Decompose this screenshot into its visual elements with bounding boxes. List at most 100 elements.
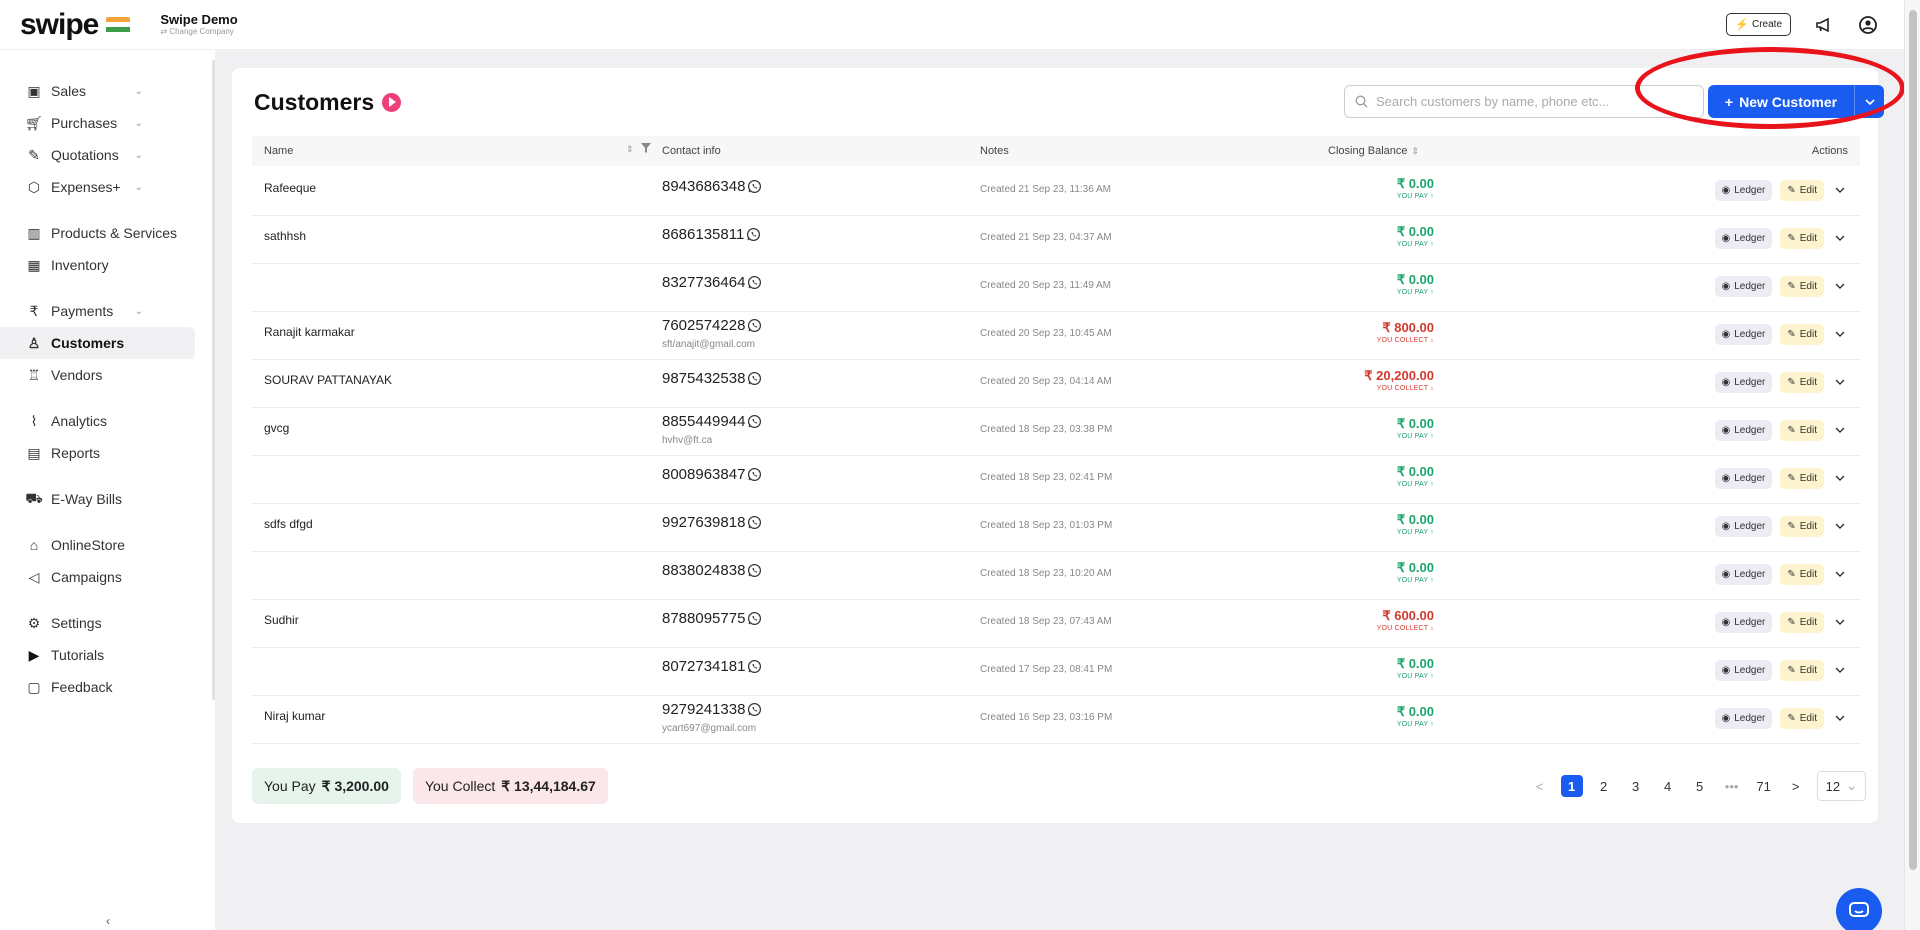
table-row[interactable]: sdfs dfgd 9927639818 Created 18 Sep 23, … bbox=[252, 504, 1860, 552]
customer-name[interactable]: sdfs dfgd bbox=[264, 517, 313, 531]
new-customer-button[interactable]: + New Customer bbox=[1708, 85, 1854, 118]
account-icon[interactable] bbox=[1857, 14, 1879, 36]
row-more-chevron-icon[interactable] bbox=[1832, 329, 1848, 340]
sidebar-item-quotations[interactable]: ✎ Quotations ⌄ bbox=[0, 139, 215, 171]
sidebar-item-e-way-bills[interactable]: ⛟ E-Way Bills bbox=[0, 483, 215, 515]
page-button[interactable]: 3 bbox=[1625, 775, 1647, 797]
ledger-button[interactable]: ◉ Ledger bbox=[1714, 708, 1773, 729]
sidebar-item-campaigns[interactable]: ◁ Campaigns bbox=[0, 561, 215, 593]
whatsapp-icon[interactable] bbox=[747, 179, 762, 194]
row-more-chevron-icon[interactable] bbox=[1832, 281, 1848, 292]
ledger-button[interactable]: ◉ Ledger bbox=[1714, 324, 1773, 345]
search-box[interactable] bbox=[1344, 85, 1704, 118]
edit-button[interactable]: ✎ Edit bbox=[1780, 468, 1824, 489]
table-row[interactable]: sathhsh 8686135811 Created 21 Sep 23, 04… bbox=[252, 216, 1860, 264]
customer-name[interactable]: Niraj kumar bbox=[264, 709, 325, 723]
table-row[interactable]: Sudhir 8788095775 Created 18 Sep 23, 07:… bbox=[252, 600, 1860, 648]
chat-support-icon[interactable] bbox=[1836, 888, 1882, 930]
sort-name-icon[interactable]: ⇕ bbox=[622, 143, 634, 155]
ledger-button[interactable]: ◉ Ledger bbox=[1714, 564, 1773, 585]
customer-name[interactable]: Rafeeque bbox=[264, 181, 316, 195]
edit-button[interactable]: ✎ Edit bbox=[1780, 324, 1824, 345]
ledger-button[interactable]: ◉ Ledger bbox=[1714, 420, 1773, 441]
page-button[interactable]: 71 bbox=[1753, 775, 1775, 797]
edit-button[interactable]: ✎ Edit bbox=[1780, 228, 1824, 249]
whatsapp-icon[interactable] bbox=[746, 227, 761, 242]
edit-button[interactable]: ✎ Edit bbox=[1780, 564, 1824, 585]
sidebar-item-purchases[interactable]: 🛒︎ Purchases ⌄ bbox=[0, 107, 215, 139]
row-more-chevron-icon[interactable] bbox=[1832, 569, 1848, 580]
ledger-button[interactable]: ◉ Ledger bbox=[1714, 660, 1773, 681]
row-more-chevron-icon[interactable] bbox=[1832, 713, 1848, 724]
table-row[interactable]: Rafeeque 8943686348 Created 21 Sep 23, 1… bbox=[252, 168, 1860, 216]
table-row[interactable]: 8072734181 Created 17 Sep 23, 08:41 PM ₹… bbox=[252, 648, 1860, 696]
edit-button[interactable]: ✎ Edit bbox=[1780, 276, 1824, 297]
row-more-chevron-icon[interactable] bbox=[1832, 377, 1848, 388]
customer-name[interactable]: SOURAV PATTANAYAK bbox=[264, 373, 392, 387]
page-scrollbar[interactable] bbox=[1904, 0, 1920, 930]
row-more-chevron-icon[interactable] bbox=[1832, 185, 1848, 196]
whatsapp-icon[interactable] bbox=[747, 563, 762, 578]
change-company-link[interactable]: ⇄ Change Company bbox=[160, 28, 237, 36]
sidebar-item-settings[interactable]: ⚙ Settings bbox=[0, 607, 215, 639]
page-button[interactable]: 4 bbox=[1657, 775, 1679, 797]
table-row[interactable]: Ranajit karmakar 7602574228 sft/anajit@g… bbox=[252, 312, 1860, 360]
new-customer-dropdown-icon[interactable] bbox=[1854, 85, 1884, 118]
edit-button[interactable]: ✎ Edit bbox=[1780, 660, 1824, 681]
sidebar-item-tutorials[interactable]: ▶ Tutorials bbox=[0, 639, 215, 671]
next-page-button[interactable]: > bbox=[1785, 775, 1807, 797]
row-more-chevron-icon[interactable] bbox=[1832, 521, 1848, 532]
table-row[interactable]: 8838024838 Created 18 Sep 23, 10:20 AM ₹… bbox=[252, 552, 1860, 600]
table-row[interactable]: SOURAV PATTANAYAK 9875432538 Created 20 … bbox=[252, 360, 1860, 408]
sidebar-item-customers[interactable]: ♙ Customers bbox=[0, 327, 195, 359]
whatsapp-icon[interactable] bbox=[747, 414, 762, 429]
play-video-icon[interactable] bbox=[382, 92, 402, 112]
whatsapp-icon[interactable] bbox=[747, 371, 762, 386]
sidebar-item-products-services[interactable]: ▥ Products & Services bbox=[0, 217, 215, 249]
prev-page-button[interactable]: < bbox=[1529, 775, 1551, 797]
ledger-button[interactable]: ◉ Ledger bbox=[1714, 468, 1773, 489]
customer-name[interactable]: Ranajit karmakar bbox=[264, 325, 355, 339]
edit-button[interactable]: ✎ Edit bbox=[1780, 612, 1824, 633]
row-more-chevron-icon[interactable] bbox=[1832, 425, 1848, 436]
sidebar-resize-handle[interactable] bbox=[212, 60, 215, 700]
ledger-button[interactable]: ◉ Ledger bbox=[1714, 228, 1773, 249]
customer-name[interactable]: gvcg bbox=[264, 421, 289, 435]
customer-name[interactable]: sathhsh bbox=[264, 229, 306, 243]
sidebar-item-payments[interactable]: ₹ Payments ⌄ bbox=[0, 295, 215, 327]
table-row[interactable]: gvcg 8855449944 hvhv@ft.ca Created 18 Se… bbox=[252, 408, 1860, 456]
ledger-button[interactable]: ◉ Ledger bbox=[1714, 612, 1773, 633]
page-button[interactable]: 2 bbox=[1593, 775, 1615, 797]
sort-balance-icon[interactable]: ⇕ bbox=[1412, 146, 1420, 156]
whatsapp-icon[interactable] bbox=[747, 318, 762, 333]
page-button[interactable]: 1 bbox=[1560, 775, 1583, 797]
sidebar-item-expenses[interactable]: ⬡ Expenses+ ⌄ bbox=[0, 171, 215, 203]
sidebar-item-reports[interactable]: ▤ Reports bbox=[0, 437, 215, 469]
pagination-ellipsis[interactable]: ••• bbox=[1721, 775, 1743, 797]
collapse-sidebar-icon[interactable]: ‹ bbox=[106, 914, 110, 928]
row-more-chevron-icon[interactable] bbox=[1832, 617, 1848, 628]
column-closing-balance[interactable]: Closing Balance ⇕ bbox=[1328, 145, 1419, 157]
edit-button[interactable]: ✎ Edit bbox=[1780, 420, 1824, 441]
table-row[interactable]: 8008963847 Created 18 Sep 23, 02:41 PM ₹… bbox=[252, 456, 1860, 504]
sidebar-item-onlinestore[interactable]: ⌂ OnlineStore bbox=[0, 529, 215, 561]
megaphone-icon[interactable] bbox=[1813, 14, 1835, 36]
whatsapp-icon[interactable] bbox=[747, 467, 762, 482]
sidebar-item-vendors[interactable]: ♖ Vendors bbox=[0, 359, 215, 391]
company-switcher[interactable]: Swipe Demo ⇄ Change Company bbox=[160, 13, 237, 36]
ledger-button[interactable]: ◉ Ledger bbox=[1714, 276, 1773, 297]
row-more-chevron-icon[interactable] bbox=[1832, 665, 1848, 676]
ledger-button[interactable]: ◉ Ledger bbox=[1714, 180, 1773, 201]
edit-button[interactable]: ✎ Edit bbox=[1780, 516, 1824, 537]
edit-button[interactable]: ✎ Edit bbox=[1780, 180, 1824, 201]
ledger-button[interactable]: ◉ Ledger bbox=[1714, 516, 1773, 537]
ledger-button[interactable]: ◉ Ledger bbox=[1714, 372, 1773, 393]
page-size-select[interactable]: 12 ⌄ bbox=[1816, 771, 1866, 801]
whatsapp-icon[interactable] bbox=[747, 275, 762, 290]
edit-button[interactable]: ✎ Edit bbox=[1780, 372, 1824, 393]
create-button[interactable]: ⚡ Create bbox=[1726, 13, 1791, 36]
whatsapp-icon[interactable] bbox=[747, 515, 762, 530]
whatsapp-icon[interactable] bbox=[747, 702, 762, 717]
customer-name[interactable]: Sudhir bbox=[264, 613, 299, 627]
search-input[interactable] bbox=[1376, 94, 1636, 109]
